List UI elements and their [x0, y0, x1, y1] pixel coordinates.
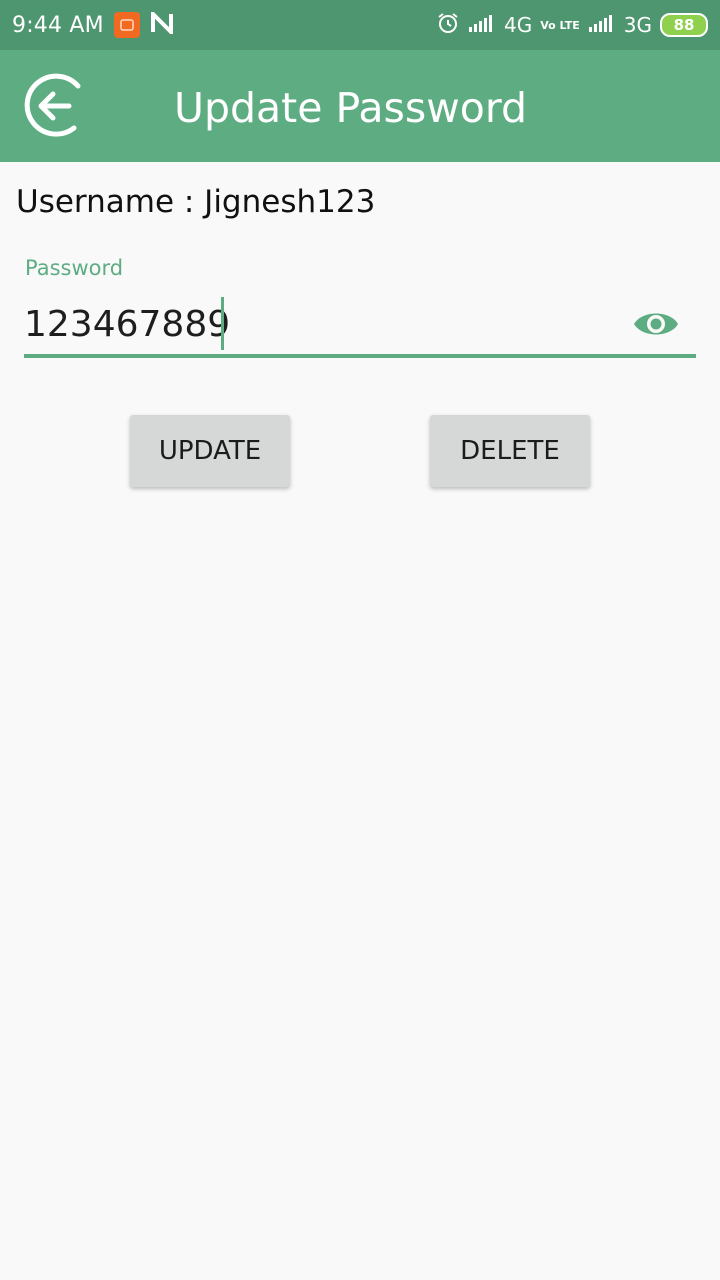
battery-icon: 88 [660, 13, 708, 37]
back-button[interactable] [22, 72, 90, 140]
username-label: Username : Jignesh123 [16, 184, 376, 220]
back-arrow-icon [24, 73, 81, 137]
status-bar-right: 4G Vo LTE 3G 88 [436, 10, 708, 40]
password-input[interactable] [24, 296, 624, 352]
page-title: Update Password [174, 84, 528, 132]
delete-button[interactable]: DELETE [430, 415, 590, 487]
network-type-1: 4G [504, 13, 533, 37]
signal-icon-2 [588, 13, 616, 38]
status-time: 9:44 AM [12, 12, 104, 38]
battery-level: 88 [673, 16, 695, 34]
text-cursor [221, 297, 224, 350]
password-underline [24, 354, 696, 358]
app-bar: Update Password [0, 50, 720, 162]
status-bar: 9:44 AM 4G Vo LTE 3G 88 [0, 0, 720, 50]
signal-icon [468, 13, 496, 38]
status-bar-left: 9:44 AM [12, 9, 174, 40]
volte-badge: Vo LTE [540, 18, 580, 32]
network-type-2: 3G [623, 13, 652, 37]
n-logo-icon [150, 9, 174, 38]
orange-app-icon [113, 12, 140, 38]
update-button[interactable]: UPDATE [130, 415, 290, 487]
toggle-visibility-button[interactable] [632, 306, 680, 342]
password-label: Password [25, 256, 124, 280]
eye-icon [634, 313, 678, 335]
alarm-icon [436, 11, 460, 40]
